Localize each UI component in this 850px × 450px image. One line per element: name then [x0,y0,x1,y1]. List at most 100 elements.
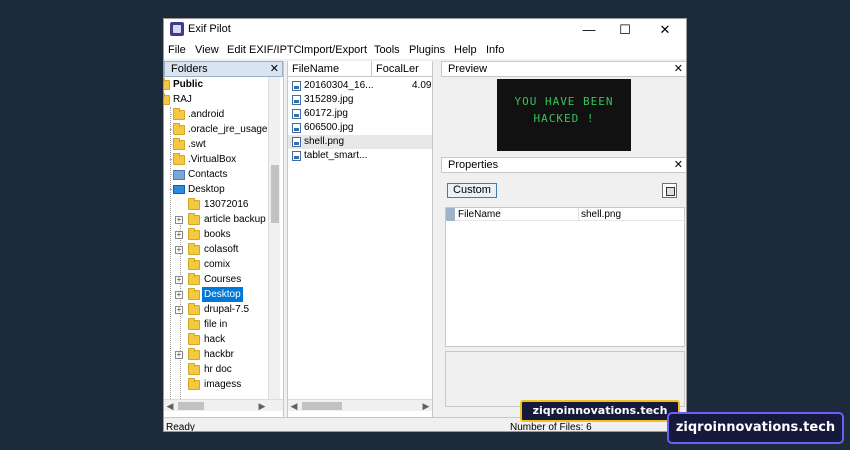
folders-scroll-thumb[interactable] [271,165,279,223]
status-ready-text: Ready [166,422,195,432]
menu-plugins[interactable]: Plugins [409,44,445,56]
menu-view[interactable]: View [195,44,219,56]
tree-item[interactable]: + hackbr [164,347,268,362]
tree-item[interactable]: Contacts [164,167,268,182]
folder-icon [188,348,200,360]
file-name: 606500.jpg [304,122,354,133]
file-row-selected[interactable]: shell.png [288,135,432,149]
folders-horizontal-scrollbar[interactable]: ◀ ▶ [164,399,283,411]
tree-item[interactable]: + colasoft [164,242,268,257]
tree-item[interactable]: .VirtualBox [164,152,268,167]
file-row[interactable]: tablet_smart... [288,149,432,163]
menu-help[interactable]: Help [454,44,477,56]
expand-plus-icon[interactable]: + [175,216,183,224]
tree-item[interactable]: + article backup [164,212,268,227]
folder-icon [188,213,200,225]
expand-plus-icon[interactable]: + [175,276,183,284]
property-key: FileName [458,209,501,220]
tree-item[interactable]: 13072016 [164,197,268,212]
tree-item[interactable]: RAJ [164,92,268,107]
tree-item[interactable]: .swt [164,137,268,152]
close-window-button[interactable]: ✕ [648,19,682,41]
file-row[interactable]: 60172.jpg [288,107,432,121]
folder-icon [188,258,200,270]
folder-icon [188,198,200,210]
folder-icon [188,288,200,300]
tree-item[interactable]: imagess [164,377,268,392]
folder-icon [188,318,200,330]
folder-tree: Public RAJ .android .oracle_jre_usage .s… [164,77,268,399]
folders-header: Folders ✕ [164,61,283,77]
image-file-icon [292,95,301,105]
tree-item[interactable]: .android [164,107,268,122]
tree-item[interactable]: .oracle_jre_usage [164,122,268,137]
tree-item-label: comix [204,259,231,270]
tree-item-label: .VirtualBox [188,154,237,165]
tree-item-label: Contacts [188,169,228,180]
preview-close-icon[interactable]: ✕ [674,62,683,76]
tree-item[interactable]: + books [164,227,268,242]
expand-plus-icon[interactable]: + [175,291,183,299]
app-icon [170,22,184,36]
properties-close-icon[interactable]: ✕ [674,158,683,172]
tree-item[interactable]: + Courses [164,272,268,287]
property-pages-icon[interactable] [662,183,677,198]
column-header-filename[interactable]: FileName [288,61,372,77]
image-file-icon [292,109,301,119]
tree-item[interactable]: comix [164,257,268,272]
folders-hscroll-thumb[interactable] [178,402,204,410]
tree-item[interactable]: + drupal-7.5 [164,302,268,317]
maximize-button[interactable]: ☐ [608,19,642,41]
property-row-gutter [446,208,455,221]
folder-icon [188,273,200,285]
expand-plus-icon[interactable]: + [175,306,183,314]
tree-item-label: Desktop [188,184,225,195]
files-hscroll-thumb[interactable] [302,402,342,410]
menu-import-export[interactable]: Import/Export [301,44,367,56]
menu-file[interactable]: File [168,44,186,56]
expand-plus-icon[interactable]: + [175,231,183,239]
contacts-icon [173,170,185,180]
minimize-button[interactable]: — [572,19,606,41]
tree-item-label: hackbr [204,349,235,360]
column-header-focal-length[interactable]: FocalLer [372,61,432,77]
folders-vertical-scrollbar[interactable] [268,77,280,399]
tree-item[interactable]: hack [164,332,268,347]
properties-header: Properties ✕ [441,157,686,173]
expand-plus-icon[interactable]: + [175,246,183,254]
menu-info[interactable]: Info [486,44,504,56]
file-row[interactable]: 315289.jpg [288,93,432,107]
tree-item[interactable]: hr doc [164,362,268,377]
file-name: shell.png [304,136,345,147]
tree-item[interactable]: Public [164,77,268,92]
menu-bar: File View Edit EXIF/IPTC Import/Export T… [164,41,686,59]
preview-image-text: YOU HAVE BEEN HACKED ! [514,95,614,125]
tree-item-label: hr doc [204,364,232,375]
expand-plus-icon[interactable]: + [175,351,183,359]
tree-item[interactable]: file in [164,317,268,332]
tree-item-label: RAJ [173,94,192,105]
title-bar[interactable]: Exif Pilot — ☐ ✕ [164,19,686,41]
image-file-icon [292,137,301,147]
scroll-left-icon[interactable]: ◀ [288,400,300,412]
folders-close-icon[interactable]: ✕ [270,62,279,76]
property-row[interactable]: FileName shell.png [446,208,686,221]
files-horizontal-scrollbar[interactable]: ◀ ▶ [288,399,432,412]
tree-item[interactable]: + Desktop [164,286,268,303]
file-row[interactable]: 606500.jpg [288,121,432,135]
tree-item[interactable]: Desktop [164,182,268,197]
image-file-icon [292,151,301,161]
desktop-icon [173,185,185,194]
custom-button[interactable]: Custom [447,183,497,198]
tree-item-label: file in [204,319,228,330]
scroll-left-icon[interactable]: ◀ [164,400,176,412]
file-focal-length: 4.09 [412,80,432,91]
folder-icon [173,123,185,135]
scroll-right-icon[interactable]: ▶ [256,400,268,412]
folder-icon [188,378,200,390]
menu-tools[interactable]: Tools [374,44,400,56]
scroll-right-icon[interactable]: ▶ [420,400,432,412]
folder-icon [188,303,200,315]
menu-edit-exif-iptc[interactable]: Edit EXIF/IPTC [227,44,302,56]
file-row[interactable]: 20160304_16... 4.09 [288,79,432,93]
